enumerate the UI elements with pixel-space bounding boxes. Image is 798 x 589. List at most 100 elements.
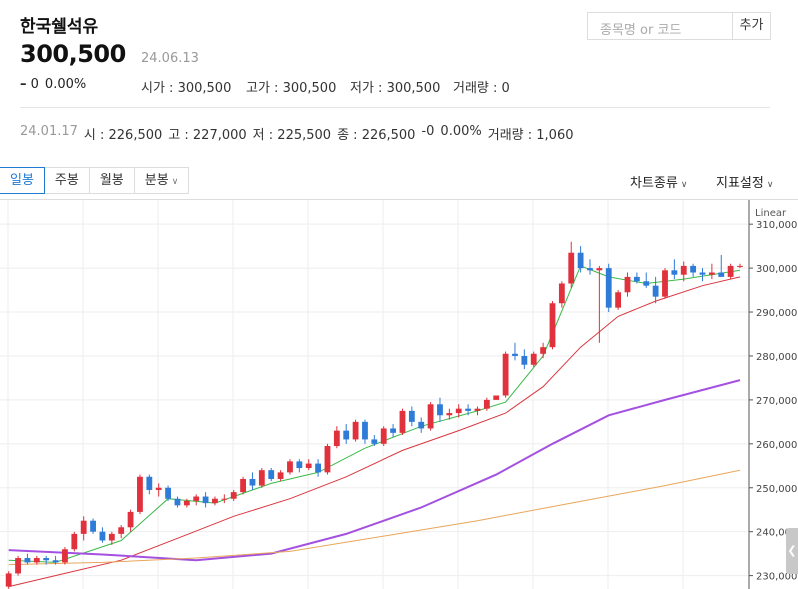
candle[interactable] [418, 417, 425, 433]
candle[interactable] [643, 272, 650, 288]
candle[interactable] [33, 555, 40, 565]
candle[interactable] [193, 494, 200, 506]
candle[interactable] [521, 349, 528, 370]
candle[interactable] [146, 474, 153, 495]
candle[interactable] [240, 476, 246, 495]
indicator-settings-label: 지표설정 [716, 176, 764, 191]
candle[interactable] [296, 459, 303, 473]
candle[interactable] [390, 424, 397, 438]
candle[interactable] [408, 406, 415, 427]
candle[interactable] [596, 265, 603, 343]
prev-close-value: 226,500 [361, 128, 416, 143]
candle[interactable] [662, 268, 668, 299]
candle[interactable] [99, 527, 106, 543]
tab-weekly[interactable]: 주봉 [43, 167, 90, 194]
candle[interactable] [221, 494, 228, 504]
candle[interactable] [333, 426, 340, 449]
candle-body [633, 276, 640, 282]
candle[interactable] [343, 424, 350, 444]
candle[interactable] [727, 263, 734, 280]
candle[interactable] [399, 408, 406, 436]
candle[interactable] [24, 553, 31, 565]
candle[interactable] [230, 489, 237, 501]
candle[interactable] [90, 518, 96, 534]
candle[interactable] [212, 496, 218, 506]
candle[interactable] [80, 516, 87, 541]
scale-label[interactable]: Linear [755, 208, 787, 219]
candle-body [568, 252, 575, 284]
candle-body [624, 276, 631, 293]
side-panel-toggle-icon[interactable]: ❮ [786, 528, 798, 574]
prev-change-pct: 0.00% [440, 124, 482, 139]
add-button[interactable]: 추가 [732, 12, 771, 40]
candle[interactable] [174, 496, 181, 508]
candle-body [305, 463, 312, 468]
candle[interactable] [690, 263, 697, 277]
candle-body [446, 413, 453, 416]
y-tick-label: 250,000 [756, 484, 797, 495]
candle[interactable] [277, 470, 284, 482]
candle[interactable] [474, 406, 481, 416]
candle-body [540, 347, 547, 354]
candle[interactable] [737, 263, 743, 269]
tab-daily[interactable]: 일봉 [0, 167, 45, 194]
candle[interactable] [568, 241, 575, 288]
candle-body [690, 265, 697, 273]
candle[interactable] [512, 342, 518, 361]
candle-body [455, 408, 462, 414]
candle[interactable] [268, 467, 275, 482]
candle[interactable] [615, 290, 622, 310]
candle[interactable] [127, 509, 134, 532]
candle[interactable] [371, 435, 378, 447]
candle[interactable] [258, 467, 265, 488]
candle[interactable] [380, 426, 387, 447]
candle-body [277, 472, 284, 479]
candle[interactable] [362, 419, 368, 444]
price-date: 24.06.13 [141, 51, 199, 66]
candle[interactable] [118, 525, 125, 539]
candle[interactable] [324, 443, 331, 475]
candle[interactable] [427, 402, 434, 431]
candle[interactable] [493, 395, 500, 400]
candle[interactable] [502, 351, 509, 398]
candle-body [343, 430, 350, 440]
candle[interactable] [202, 492, 209, 508]
candle-body [718, 272, 725, 277]
candle[interactable] [71, 531, 78, 552]
candle-body [483, 399, 490, 409]
stock-search-input[interactable]: 종목명 or 코드 [587, 12, 732, 40]
candle[interactable] [62, 547, 68, 565]
candle[interactable] [605, 263, 612, 313]
candle[interactable] [165, 485, 171, 501]
candle[interactable] [530, 351, 537, 367]
candle[interactable] [15, 555, 21, 576]
candle[interactable] [587, 259, 593, 275]
candle-body [71, 533, 78, 550]
candle[interactable] [708, 263, 715, 280]
candle[interactable] [5, 571, 12, 589]
candle[interactable] [352, 419, 359, 442]
tab-minute[interactable]: 분봉 ∨ [133, 167, 190, 194]
candlestick-chart[interactable]: Linear 310,000 300,000 290,000 280,000 270,0… [0, 200, 798, 589]
tab-monthly[interactable]: 월봉 [88, 167, 135, 194]
candle[interactable] [137, 474, 143, 515]
candle[interactable] [305, 459, 312, 471]
candle[interactable] [437, 397, 443, 422]
candle[interactable] [558, 281, 565, 308]
candle[interactable] [652, 276, 659, 304]
chart-type-menu[interactable]: 차트종류 ∨ [630, 172, 687, 191]
candle[interactable] [671, 259, 678, 280]
indicator-settings-menu[interactable]: 지표설정 ∨ [716, 172, 773, 191]
candle[interactable] [287, 459, 293, 475]
price-chart[interactable]: Linear 310,000 300,000 290,000 280,000 270,0… [0, 199, 798, 589]
candle-body [474, 408, 481, 411]
candle[interactable] [718, 254, 725, 277]
candle-body [296, 461, 303, 468]
candle[interactable] [549, 301, 556, 350]
candle[interactable] [155, 483, 162, 497]
candle[interactable] [624, 272, 631, 297]
candle-body [183, 500, 190, 506]
candle[interactable] [315, 459, 321, 477]
candle[interactable] [699, 268, 706, 282]
candle-body [652, 285, 659, 297]
